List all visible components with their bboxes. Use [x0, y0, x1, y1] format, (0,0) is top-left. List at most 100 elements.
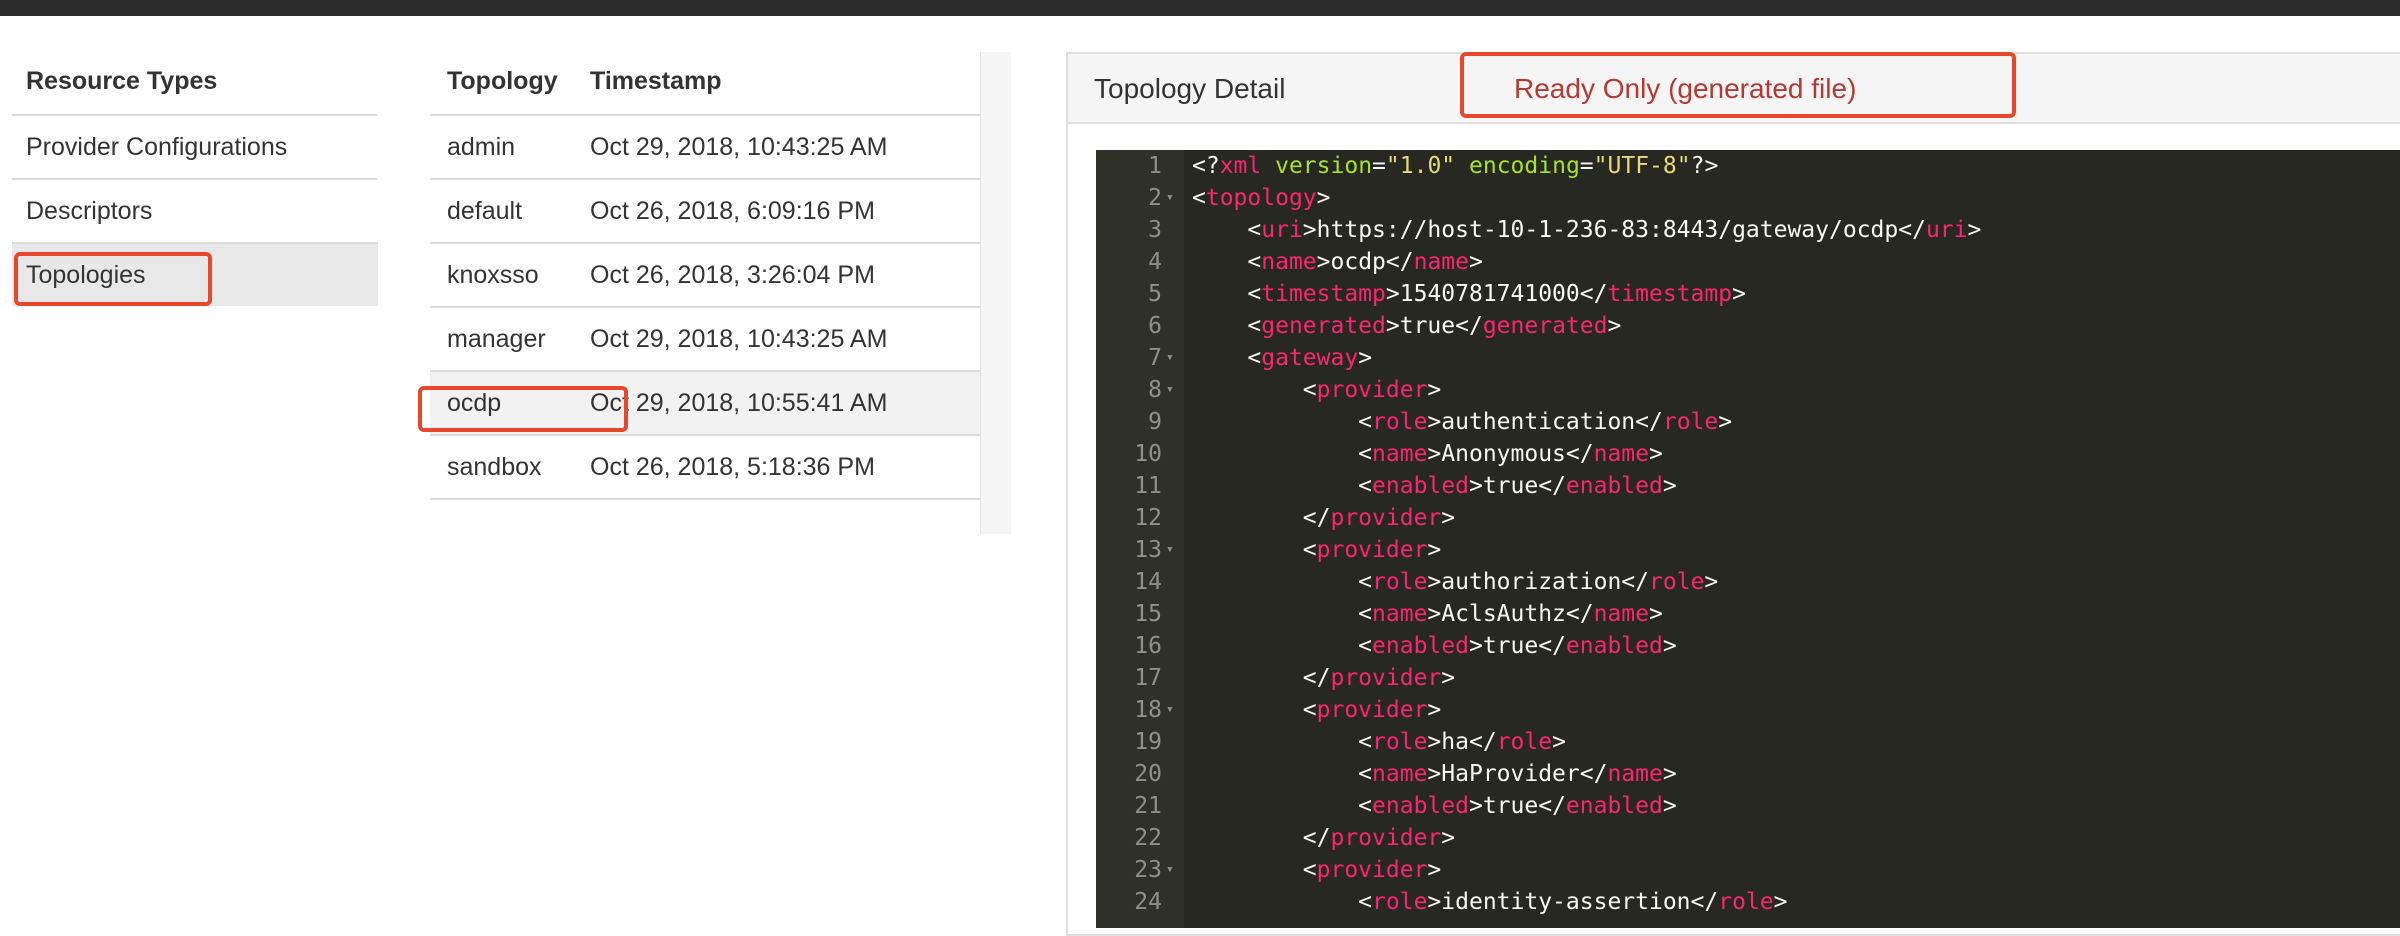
- code-text: <provider>: [1192, 694, 1442, 726]
- code-value: true: [1482, 473, 1539, 499]
- code-punct: >: [1468, 633, 1483, 659]
- code-punct: >: [1718, 409, 1733, 435]
- code-tag: enabled: [1565, 473, 1663, 499]
- code-punct: =: [1372, 153, 1386, 179]
- fold-arrow-icon[interactable]: ▾: [1166, 342, 1174, 374]
- code-tag: role: [1718, 889, 1774, 915]
- code-punct: >: [1316, 249, 1331, 275]
- code-punct: </: [1635, 409, 1663, 435]
- topology-table-scrollbar[interactable]: [980, 52, 1011, 534]
- code-tag: generated: [1482, 313, 1608, 339]
- code-tag: xml: [1219, 153, 1262, 179]
- code-line: 9 <role>authentication</role>: [1096, 406, 2400, 438]
- code-tag: provider: [1316, 697, 1428, 723]
- code-punct: >: [1427, 441, 1442, 467]
- fold-arrow-icon[interactable]: ▾: [1166, 854, 1174, 886]
- code-line: 2 ▾ <topology>: [1096, 182, 2400, 214]
- readonly-notice: Ready Only (generated file): [1514, 73, 1857, 104]
- code-tag: generated: [1261, 313, 1386, 339]
- topology-detail-header: Topology Detail Ready Only (generated fi…: [1068, 54, 2400, 124]
- code-line: 1 <?xml version="1.0" encoding="UTF-8"?>: [1096, 150, 2400, 182]
- fold-arrow-icon[interactable]: ▾: [1166, 534, 1174, 566]
- code-punct: </: [1621, 569, 1649, 595]
- code-punct: >: [1552, 729, 1566, 755]
- topology-timestamp: Oct 29, 2018, 10:43:25 AM: [590, 325, 888, 353]
- fold-arrow-icon[interactable]: ▾: [1166, 182, 1174, 214]
- line-number: 24: [1134, 889, 1162, 915]
- code-punct: <: [1358, 601, 1373, 627]
- code-value: ha: [1441, 729, 1469, 755]
- code-punct: >: [1427, 857, 1442, 883]
- code-line: 13 ▾ <provider>: [1096, 534, 2400, 566]
- topology-name: ocdp: [447, 389, 502, 417]
- xml-code-editor[interactable]: 1 <?xml version="1.0" encoding="UTF-8"?> 2…: [1096, 150, 2400, 928]
- code-punct: >: [1427, 409, 1442, 435]
- code-text: <name>Anonymous</name>: [1192, 438, 1663, 470]
- topology-table-header: Topology Timestamp: [430, 48, 980, 116]
- code-tag: topology: [1205, 185, 1317, 211]
- table-row[interactable]: admin Oct 29, 2018, 10:43:25 AM: [430, 116, 980, 180]
- topology-table: Topology Timestamp admin Oct 29, 2018, 1…: [430, 48, 980, 500]
- code-value: true: [1399, 313, 1456, 339]
- code-text: <role>identity-assertion</role>: [1192, 886, 1787, 918]
- topology-timestamp: Oct 26, 2018, 5:18:36 PM: [590, 453, 875, 481]
- line-number: 9: [1148, 409, 1162, 435]
- table-row[interactable]: manager Oct 29, 2018, 10:43:25 AM: [430, 308, 980, 372]
- table-row-selected[interactable]: ocdp Oct 29, 2018, 10:55:41 AM: [430, 372, 980, 436]
- code-tag: name: [1372, 441, 1428, 467]
- code-text: <name>AclsAuthz</name>: [1192, 598, 1663, 630]
- code-punct: </: [1302, 825, 1331, 851]
- code-punct: <: [1247, 281, 1262, 307]
- line-number: 20: [1134, 761, 1162, 787]
- code-text: </provider>: [1192, 662, 1455, 694]
- code-text: <role>authorization</role>: [1192, 566, 1718, 598]
- code-punct: >: [1468, 793, 1483, 819]
- code-text: <name>ocdp</name>: [1192, 246, 1482, 278]
- fold-arrow-icon[interactable]: ▾: [1166, 694, 1174, 726]
- code-tag: name: [1607, 761, 1663, 787]
- line-number: 19: [1134, 729, 1162, 755]
- code-value: authorization: [1441, 569, 1622, 595]
- resource-types-list: Resource Types Provider Configurations D…: [12, 48, 378, 306]
- line-number: 13: [1134, 537, 1162, 563]
- code-tag: uri: [1925, 217, 1968, 243]
- line-number: 2: [1148, 185, 1162, 211]
- code-punct: <: [1302, 697, 1317, 723]
- table-row[interactable]: knoxsso Oct 26, 2018, 3:26:04 PM: [430, 244, 980, 308]
- resource-type-provider-configurations[interactable]: Provider Configurations: [12, 116, 378, 180]
- code-line: 16 <enabled>true</enabled>: [1096, 630, 2400, 662]
- topology-timestamp: Oct 26, 2018, 6:09:16 PM: [590, 197, 875, 225]
- code-text: </provider>: [1192, 502, 1455, 534]
- code-punct: </: [1385, 249, 1414, 275]
- code-tag: role: [1372, 569, 1428, 595]
- code-attr-name: version: [1275, 153, 1373, 179]
- topology-name: admin: [447, 133, 516, 161]
- code-punct: >: [1427, 537, 1442, 563]
- resource-type-topologies[interactable]: Topologies: [12, 244, 378, 306]
- resource-type-descriptors[interactable]: Descriptors: [12, 180, 378, 244]
- code-tag: enabled: [1372, 793, 1469, 819]
- code-tag: enabled: [1565, 633, 1663, 659]
- code-punct: >: [1427, 889, 1442, 915]
- code-punct: >: [1441, 505, 1456, 531]
- table-row[interactable]: sandbox Oct 26, 2018, 5:18:36 PM: [430, 436, 980, 500]
- code-punct: <: [1358, 793, 1373, 819]
- line-number: 8: [1148, 377, 1162, 403]
- topology-name: knoxsso: [447, 261, 539, 289]
- code-line: 15 <name>AclsAuthz</name>: [1096, 598, 2400, 630]
- line-number: 5: [1148, 281, 1162, 307]
- fold-arrow-icon[interactable]: ▾: [1166, 374, 1174, 406]
- line-number: 6: [1148, 313, 1162, 339]
- table-row[interactable]: default Oct 26, 2018, 6:09:16 PM: [430, 180, 980, 244]
- line-number: 10: [1134, 441, 1162, 467]
- code-punct: <: [1247, 249, 1262, 275]
- code-punct: <: [1247, 217, 1262, 243]
- line-number: 3: [1148, 217, 1162, 243]
- code-punct: >: [1441, 825, 1456, 851]
- line-number: 4: [1148, 249, 1162, 275]
